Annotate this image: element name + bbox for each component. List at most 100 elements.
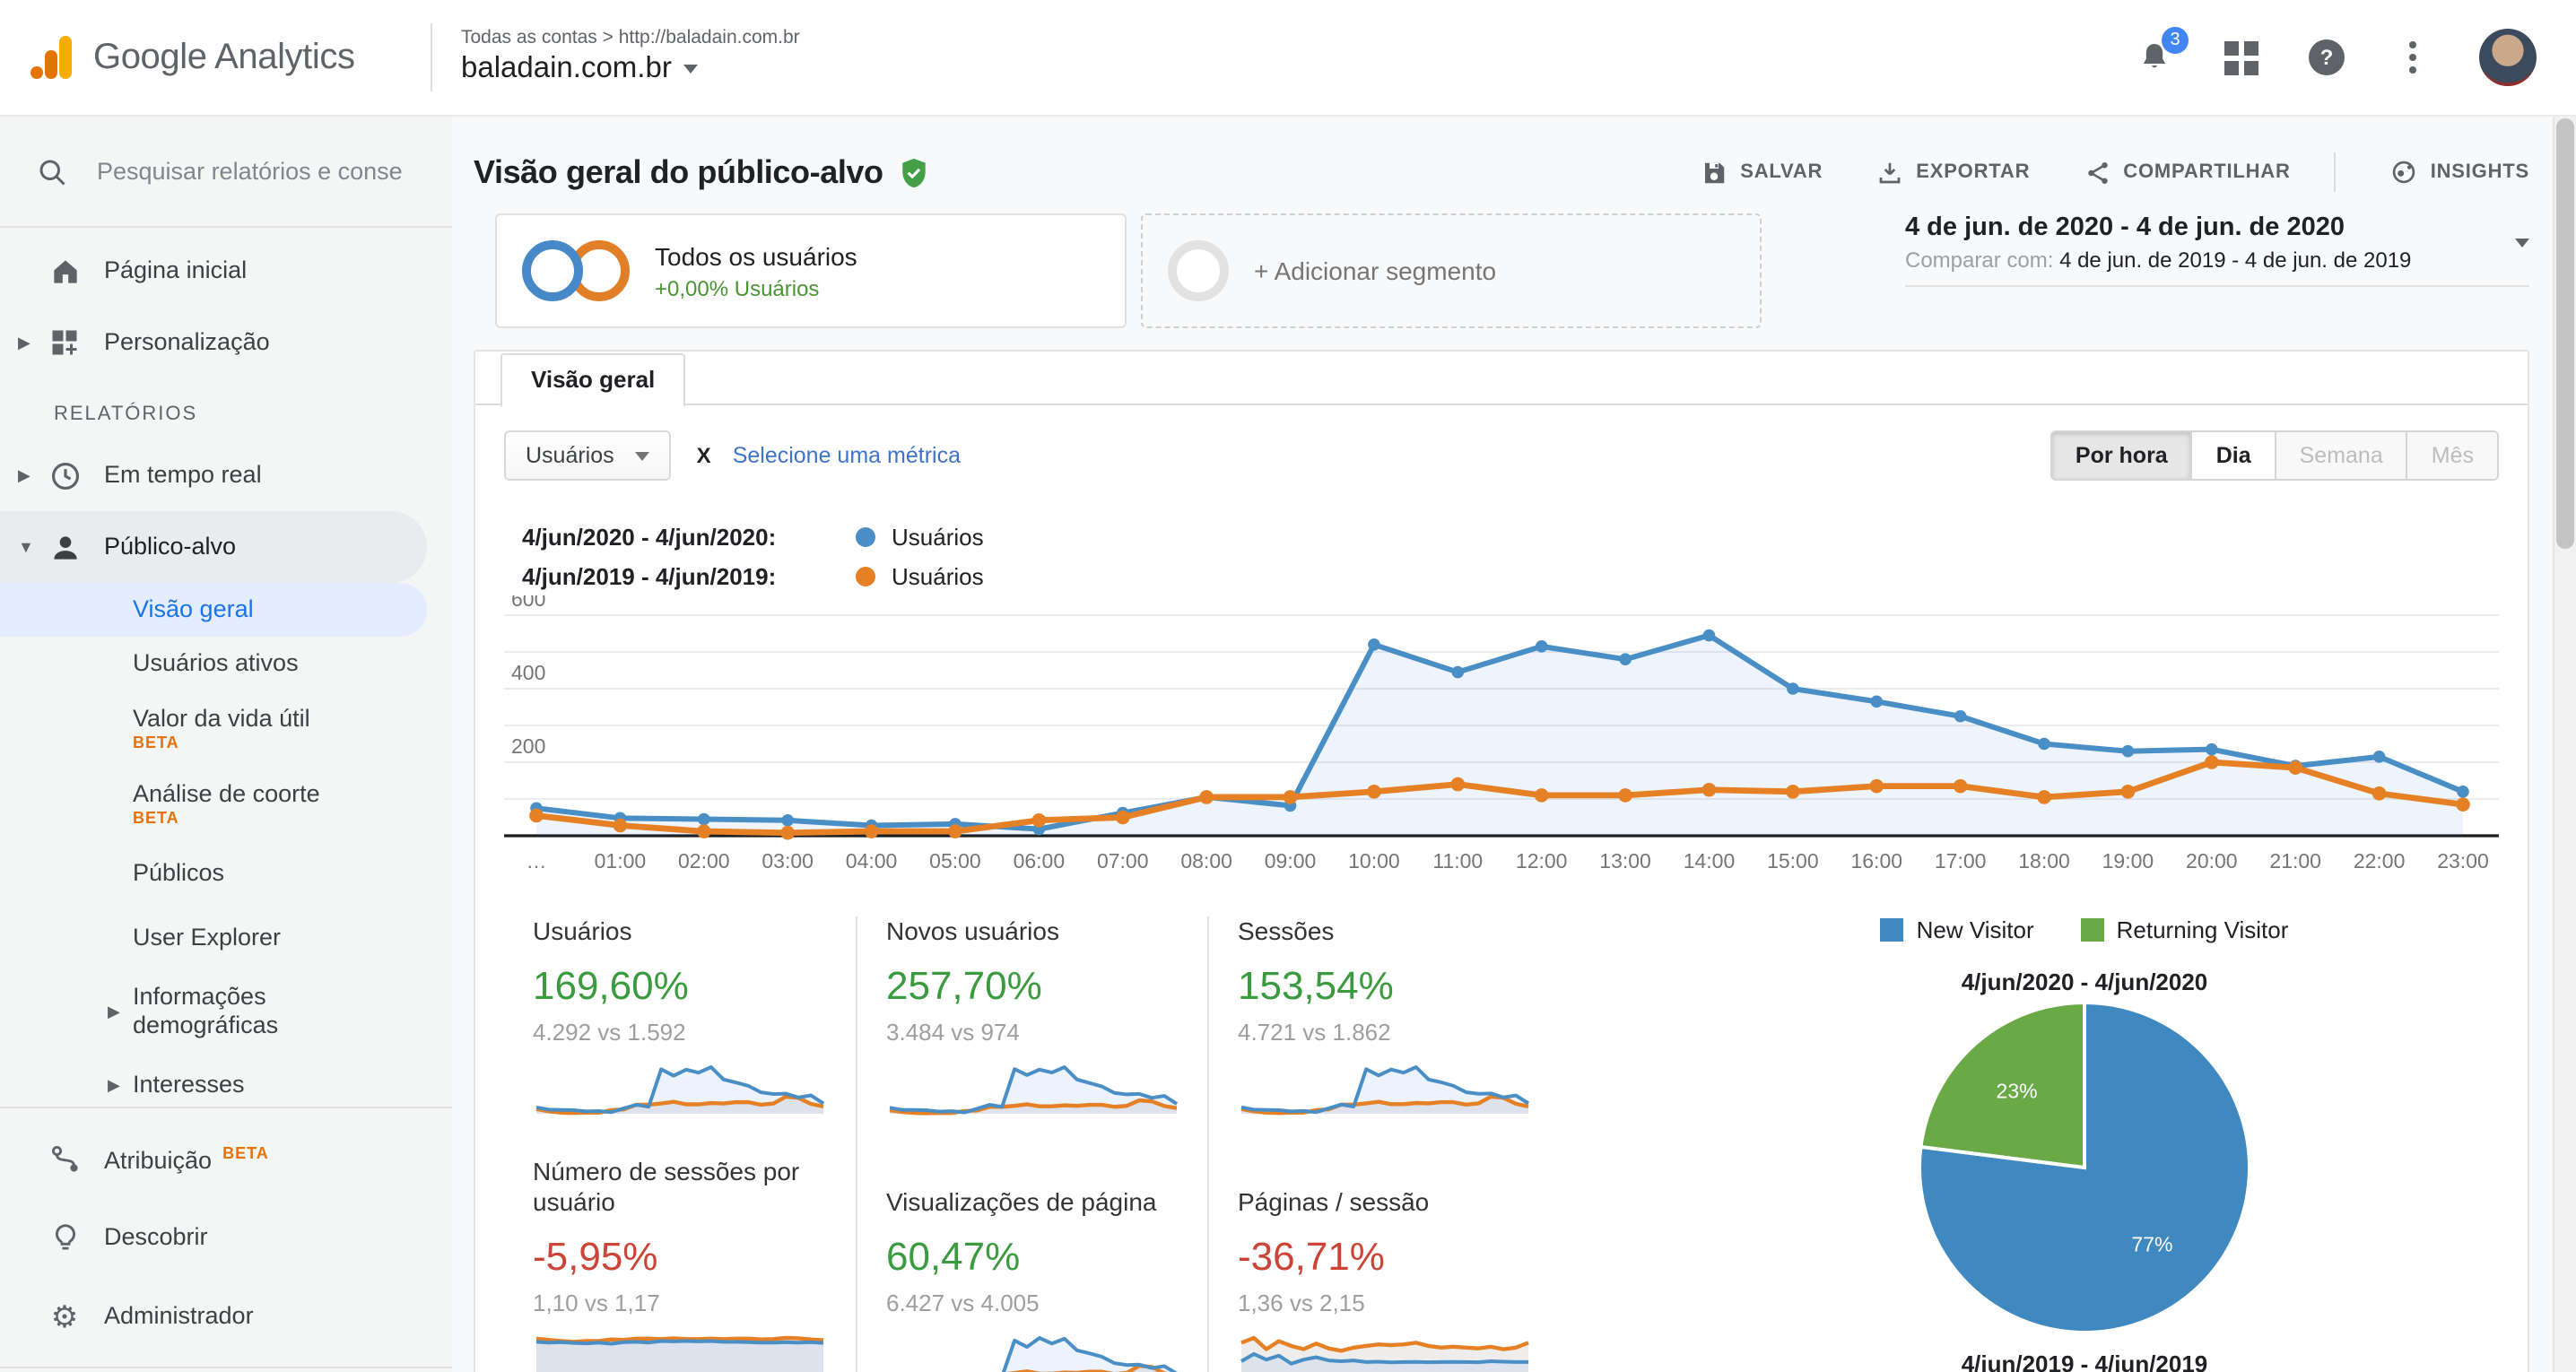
sidebar-item-cohort-analysis[interactable]: Análise de coorteBETA (0, 766, 452, 841)
granularity-day[interactable]: Dia (2191, 432, 2275, 479)
apps-grid-button[interactable] (2221, 38, 2260, 77)
metric-vs-x: X (697, 443, 711, 468)
segment-all-users[interactable]: Todos os usuários +0,00% Usuários (495, 213, 1127, 328)
notification-badge: 3 (2162, 27, 2189, 54)
scorecard-pageviews[interactable]: Visualizações de página 60,47% 6.427 vs … (856, 1120, 1207, 1372)
tab-overview[interactable]: Visão geral (500, 353, 685, 407)
sidebar-item-realtime[interactable]: ▶ Em tempo real (0, 439, 452, 511)
gear-icon: ⚙ (47, 1298, 83, 1334)
insights-button[interactable]: INSIGHTS (2389, 158, 2529, 187)
scorecards: Usuários 169,60% 4.292 vs 1.592 Novos us… (504, 916, 1562, 1372)
chevron-down-icon (2515, 239, 2529, 247)
scorecard-sessions-per-user[interactable]: Número de sessões por usuário -5,95% 1,1… (504, 1120, 856, 1372)
share-button[interactable]: COMPARTILHAR (2084, 159, 2290, 186)
sidebar-item-interests[interactable]: ▶ Interesses (0, 1053, 452, 1107)
compare-range: 4 de jun. de 2019 - 4 de jun. de 2019 (2059, 247, 2411, 273)
sidebar-item-personalization[interactable]: ▶ Personalização (0, 307, 452, 378)
kebab-menu-icon (2409, 41, 2416, 74)
sidebar-item-active-users[interactable]: Usuários ativos (0, 637, 452, 690)
account-name: baladain.com.br (461, 51, 672, 88)
expand-arrow-icon: ▶ (18, 465, 30, 485)
sidebar-item-demographics[interactable]: ▶ Informações demográficas (0, 970, 452, 1053)
svg-text:14:00: 14:00 (1684, 849, 1736, 873)
sidebar-item-overview[interactable]: Visão geral (0, 583, 427, 637)
add-segment-button[interactable]: + Adicionar segmento (1141, 213, 1762, 328)
search-input[interactable] (93, 156, 405, 187)
svg-text:23:00: 23:00 (2437, 849, 2489, 873)
date-range-picker[interactable]: 4 de jun. de 2020 - 4 de jun. de 2020 Co… (1905, 213, 2529, 287)
granularity-week[interactable]: Semana (2275, 432, 2406, 479)
clock-icon (47, 457, 83, 493)
sidebar-item-audiences[interactable]: Públicos (0, 841, 452, 906)
tab-bar: Visão geral (475, 352, 2528, 405)
search-icon (36, 155, 68, 187)
expand-arrow-icon: ▶ (108, 1002, 120, 1021)
home-icon (47, 253, 83, 289)
svg-text:200: 200 (511, 734, 545, 758)
segment-rings-icon (522, 240, 630, 301)
visitor-pie-chart[interactable]: 77%23% (1912, 995, 2257, 1340)
sidebar-item-home[interactable]: Página inicial (0, 235, 452, 307)
customization-icon (47, 325, 83, 360)
granularity-hourly[interactable]: Por hora (2052, 432, 2191, 479)
collapse-arrow-icon: ▼ (18, 538, 34, 556)
sidebar-item-user-explorer[interactable]: User Explorer (0, 906, 452, 970)
ga-logo-area[interactable]: Google Analytics (0, 34, 431, 81)
help-icon: ? (2309, 39, 2345, 75)
svg-text:21:00: 21:00 (2269, 849, 2321, 873)
scorecard-pages-per-session[interactable]: Páginas / sessão -36,71% 1,36 vs 2,15 (1207, 1120, 1562, 1372)
granularity-month[interactable]: Mês (2406, 432, 2497, 479)
insights-icon (2389, 158, 2418, 187)
app-header: Google Analytics Todas as contas > http:… (0, 0, 2576, 117)
save-icon (1701, 159, 1727, 186)
visitor-type-block: New Visitor Returning Visitor 4/jun/2020… (1562, 916, 2499, 1372)
segment-ring-icon (1168, 240, 1229, 301)
granularity-toggle: Por hora Dia Semana Mês (2050, 430, 2499, 481)
svg-text:04:00: 04:00 (846, 849, 898, 873)
vertical-scrollbar[interactable] (2553, 115, 2576, 1372)
scorecard-sessions[interactable]: Sessões 153,54% 4.721 vs 1.862 (1207, 916, 1562, 1120)
legend-new-visitor: New Visitor (1881, 916, 2034, 943)
sidebar-item-audience[interactable]: ▼ Público-alvo (0, 511, 427, 583)
metric-dropdown[interactable]: Usuários (504, 430, 672, 481)
scorecard-users[interactable]: Usuários 169,60% 4.292 vs 1.592 (504, 916, 856, 1120)
segment-delta: +0,00% Usuários (655, 275, 857, 300)
svg-text:02:00: 02:00 (678, 849, 730, 873)
scrollbar-thumb[interactable] (2556, 118, 2574, 549)
scorecard-value: -36,71% (1238, 1233, 1537, 1280)
report-panel: Visão geral Usuários X Selecione uma mét… (474, 350, 2529, 1372)
account-switcher[interactable]: Todas as contas > http://baladain.com.br… (461, 27, 800, 88)
svg-text:15:00: 15:00 (1767, 849, 1819, 873)
legend-series: Usuários (892, 523, 984, 550)
chart-legend: 4/jun/2020 - 4/jun/2020: Usuários 4/jun/… (504, 517, 2499, 595)
legend-series: Usuários (892, 562, 984, 589)
scorecard-new-users[interactable]: Novos usuários 257,70% 3.484 vs 974 (856, 916, 1207, 1120)
apps-grid-icon (2224, 40, 2258, 74)
chevron-down-icon (684, 65, 699, 74)
scorecard-value: 153,54% (1238, 962, 1537, 1009)
overflow-menu-button[interactable] (2393, 38, 2432, 77)
lightbulb-icon (47, 1220, 83, 1255)
svg-text:…: … (527, 849, 547, 873)
timeseries-chart[interactable]: 200400600…01:0002:0003:0004:0005:0006:00… (504, 595, 2499, 879)
share-icon (2084, 159, 2110, 186)
avatar[interactable] (2479, 29, 2537, 86)
sidebar-item-admin[interactable]: ⚙ Administrador (0, 1277, 452, 1356)
sidebar-search[interactable] (0, 117, 452, 228)
notifications-button[interactable]: 3 (2135, 38, 2174, 77)
date-range: 4 de jun. de 2020 - 4 de jun. de 2020 (1905, 213, 2529, 242)
pie-legend: New Visitor Returning Visitor (1881, 916, 2289, 943)
sidebar-item-discover[interactable]: Descobrir (0, 1198, 452, 1277)
attribution-icon (47, 1141, 83, 1177)
person-icon (47, 529, 83, 565)
export-button[interactable]: EXPORTAR (1876, 159, 2030, 186)
save-button[interactable]: SALVAR (1701, 159, 1823, 186)
beta-badge: BETA (133, 809, 320, 828)
analytics-logo-icon (29, 34, 75, 81)
svg-text:18:00: 18:00 (2018, 849, 2070, 873)
select-metric-link[interactable]: Selecione uma métrica (733, 443, 961, 468)
sidebar-item-lifetime-value[interactable]: Valor da vida útilBETA (0, 690, 452, 766)
svg-text:19:00: 19:00 (2102, 849, 2154, 873)
help-button[interactable]: ? (2307, 38, 2346, 77)
sidebar-item-attribution[interactable]: AtribuiçãoBETA (0, 1119, 452, 1198)
